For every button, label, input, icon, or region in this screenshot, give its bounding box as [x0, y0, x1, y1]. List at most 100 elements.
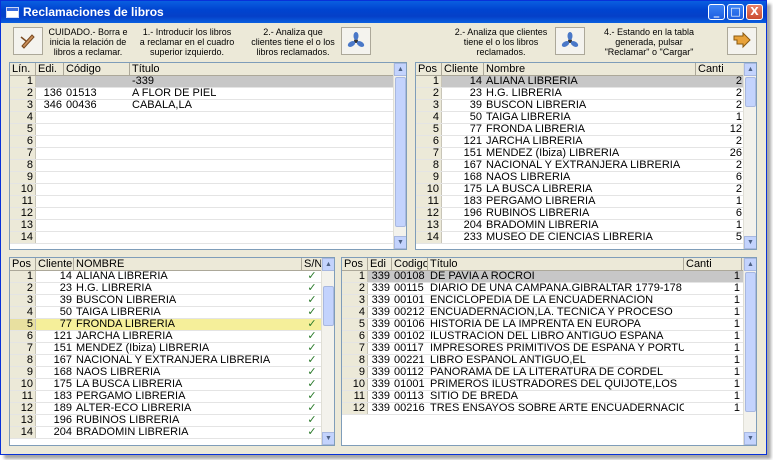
scroll-down-arrow[interactable]: ▼: [322, 432, 334, 445]
check-icon[interactable]: ✓: [302, 283, 322, 294]
maximize-button[interactable]: □: [727, 4, 744, 20]
selected-clients-grid[interactable]: Pos Cliente NOMBRE S/N 1 14 ALIANA LIBRERIA ✓ 2 2…: [9, 257, 335, 446]
column-header[interactable]: Codigo: [392, 258, 428, 270]
check-icon[interactable]: ✓: [302, 415, 322, 426]
column-header[interactable]: NOMBRE: [74, 258, 302, 270]
column-header[interactable]: Canti: [684, 258, 742, 270]
table-row[interactable]: 9 339 00112 PANORAMA DE LA LITERATURA DE CO…: [342, 367, 756, 379]
table-row[interactable]: 11: [10, 196, 406, 208]
clients-grid[interactable]: Pos Cliente Nombre Canti 1 14 ALIANA LIBRERIA 2…: [415, 62, 757, 250]
table-row[interactable]: 6 339 00102 ILUSTRACION DEL LIBRO ANTIGUO E…: [342, 331, 756, 343]
check-icon[interactable]: ✓: [302, 331, 322, 342]
check-icon[interactable]: ✓: [302, 319, 322, 330]
vertical-scrollbar[interactable]: ▲ ▼: [393, 63, 406, 249]
scroll-down-arrow[interactable]: ▼: [744, 236, 756, 249]
close-button[interactable]: X: [746, 4, 763, 20]
column-header[interactable]: Lín.: [10, 63, 36, 75]
scroll-thumb[interactable]: [745, 272, 756, 412]
table-row[interactable]: 10 175 LA BUSCA LIBRERIA ✓: [10, 379, 334, 391]
check-icon[interactable]: ✓: [302, 403, 322, 414]
analyze-button[interactable]: [341, 27, 371, 55]
table-row[interactable]: 11 183 PERGAMO LIBRERIA ✓: [10, 391, 334, 403]
table-row[interactable]: 2 339 00115 DIARIO DE UNA CAMPAÑA.GIBRALTAR…: [342, 283, 756, 295]
column-header[interactable]: S/N: [302, 258, 322, 270]
minimize-button[interactable]: _: [708, 4, 725, 20]
scroll-thumb[interactable]: [323, 286, 334, 326]
scroll-down-arrow[interactable]: ▼: [744, 432, 756, 445]
column-header[interactable]: Pos: [342, 258, 368, 270]
check-icon[interactable]: ✓: [302, 343, 322, 354]
table-row[interactable]: 8 167 NACIONAL Y EXTRANJERA LIBRERIA ✓: [10, 355, 334, 367]
table-row[interactable]: 1 14 ALIANA LIBRERIA 2: [416, 76, 756, 88]
table-row[interactable]: 14 233 MUSEO DE CIENCIAS LIBRERIA 5: [416, 232, 756, 244]
column-header[interactable]: Código: [64, 63, 130, 75]
table-row[interactable]: 7 339 00117 IMPRESORES PRIMITIVOS DE ESPAÑA…: [342, 343, 756, 355]
scroll-up-arrow[interactable]: ▲: [322, 258, 334, 271]
table-row[interactable]: 5: [10, 124, 406, 136]
vertical-scrollbar[interactable]: ▲ ▼: [743, 258, 756, 445]
table-row[interactable]: 4 50 TAIGA LIBRERIA ✓: [10, 307, 334, 319]
table-row[interactable]: 10: [10, 184, 406, 196]
check-icon[interactable]: ✓: [302, 307, 322, 318]
table-row[interactable]: 2 23 H.G. LIBRERIA 2: [416, 88, 756, 100]
table-row[interactable]: 2 23 H.G. LIBRERIA ✓: [10, 283, 334, 295]
scroll-up-arrow[interactable]: ▲: [744, 63, 756, 76]
table-row[interactable]: 8 167 NACIONAL Y EXTRANJERA LIBRERIA 2: [416, 160, 756, 172]
scroll-thumb[interactable]: [745, 77, 756, 107]
check-icon[interactable]: ✓: [302, 271, 322, 282]
scroll-up-arrow[interactable]: ▲: [394, 63, 406, 76]
table-row[interactable]: 3 39 BUSCON LIBRERIA 2: [416, 100, 756, 112]
column-header[interactable]: Cliente: [442, 63, 484, 75]
check-icon[interactable]: ✓: [302, 427, 322, 438]
column-header[interactable]: Título: [130, 63, 394, 75]
table-row[interactable]: 9 168 NAOS LIBRERIA 6: [416, 172, 756, 184]
table-row[interactable]: 12 189 ALTER-ECO LIBRERIA ✓: [10, 403, 334, 415]
clear-button[interactable]: [13, 27, 43, 55]
table-row[interactable]: 11 183 PERGAMO LIBRERIA 1: [416, 196, 756, 208]
table-row[interactable]: 13 204 BRADOMIN LIBRERIA 1: [416, 220, 756, 232]
table-row[interactable]: 3 339 00101 ENCICLOPEDIA DE LA ENCUADERNACI…: [342, 295, 756, 307]
table-row[interactable]: 8 339 00221 LIBRO ESPAÑOL ANTIGUO,EL 1: [342, 355, 756, 367]
books-to-claim-grid[interactable]: Lín. Edi. Código Título 1 -339 2 136 01513 A FLOR…: [9, 62, 407, 250]
generate-button[interactable]: [555, 27, 585, 55]
scroll-down-arrow[interactable]: ▼: [394, 236, 406, 249]
client-books-grid[interactable]: Pos Edi Codigo Título Canti 1 339 00108 DE PAVIA…: [341, 257, 757, 446]
table-row[interactable]: 12 339 00216 TRES ENSAYOS SOBRE ARTE ENCUAD…: [342, 403, 756, 415]
column-header[interactable]: Cliente: [36, 258, 74, 270]
table-row[interactable]: 4 50 TAIGA LIBRERIA 1: [416, 112, 756, 124]
table-row[interactable]: 13: [10, 220, 406, 232]
table-row[interactable]: 6 121 JARCHA LIBRERIA ✓: [10, 331, 334, 343]
table-row[interactable]: 9 168 NAOS LIBRERIA ✓: [10, 367, 334, 379]
check-icon[interactable]: ✓: [302, 367, 322, 378]
table-row[interactable]: 4 339 00212 ENCUADERNACION,LA. TECNICA Y PR…: [342, 307, 756, 319]
check-icon[interactable]: ✓: [302, 379, 322, 390]
table-row[interactable]: 2 136 01513 A FLOR DE PIEL: [10, 88, 406, 100]
table-row[interactable]: 12: [10, 208, 406, 220]
table-row[interactable]: 6: [10, 136, 406, 148]
column-header[interactable]: Edi.: [36, 63, 64, 75]
table-row[interactable]: 8: [10, 160, 406, 172]
table-row[interactable]: 14 204 BRADOMIN LIBRERIA ✓: [10, 427, 334, 439]
table-row[interactable]: 13 196 RUBIÑOS LIBRERIA ✓: [10, 415, 334, 427]
column-header[interactable]: Edi: [368, 258, 392, 270]
table-row[interactable]: 5 77 FRONDA LIBRERIA ✓: [10, 319, 334, 331]
scroll-thumb[interactable]: [395, 77, 406, 227]
check-icon[interactable]: ✓: [302, 295, 322, 306]
column-header[interactable]: Nombre: [484, 63, 696, 75]
table-row[interactable]: 1 -339: [10, 76, 406, 88]
table-row[interactable]: 14: [10, 232, 406, 244]
check-icon[interactable]: ✓: [302, 391, 322, 402]
table-row[interactable]: 5 339 00106 HISTORIA DE LA IMPRENTA EN EURO…: [342, 319, 756, 331]
table-row[interactable]: 12 196 RUBIÑOS LIBRERIA 6: [416, 208, 756, 220]
scroll-up-arrow[interactable]: ▲: [744, 258, 756, 271]
column-header[interactable]: Pos: [416, 63, 442, 75]
exit-button[interactable]: [727, 27, 757, 55]
table-row[interactable]: 5 77 FRONDA LIBRERIA 12: [416, 124, 756, 136]
table-row[interactable]: 1 339 00108 DE PAVIA A ROCROI 1: [342, 271, 756, 283]
vertical-scrollbar[interactable]: ▲ ▼: [321, 258, 334, 445]
table-row[interactable]: 3 346 00436 CABALA,LA: [10, 100, 406, 112]
table-row[interactable]: 7 151 MENDEZ (Ibiza) LIBRERIA ✓: [10, 343, 334, 355]
table-row[interactable]: 11 339 00113 SITIO DE BREDA 1: [342, 391, 756, 403]
table-row[interactable]: 3 39 BUSCON LIBRERIA ✓: [10, 295, 334, 307]
table-row[interactable]: 10 339 01001 PRIMEROS ILUSTRADORES DEL QUIJ…: [342, 379, 756, 391]
